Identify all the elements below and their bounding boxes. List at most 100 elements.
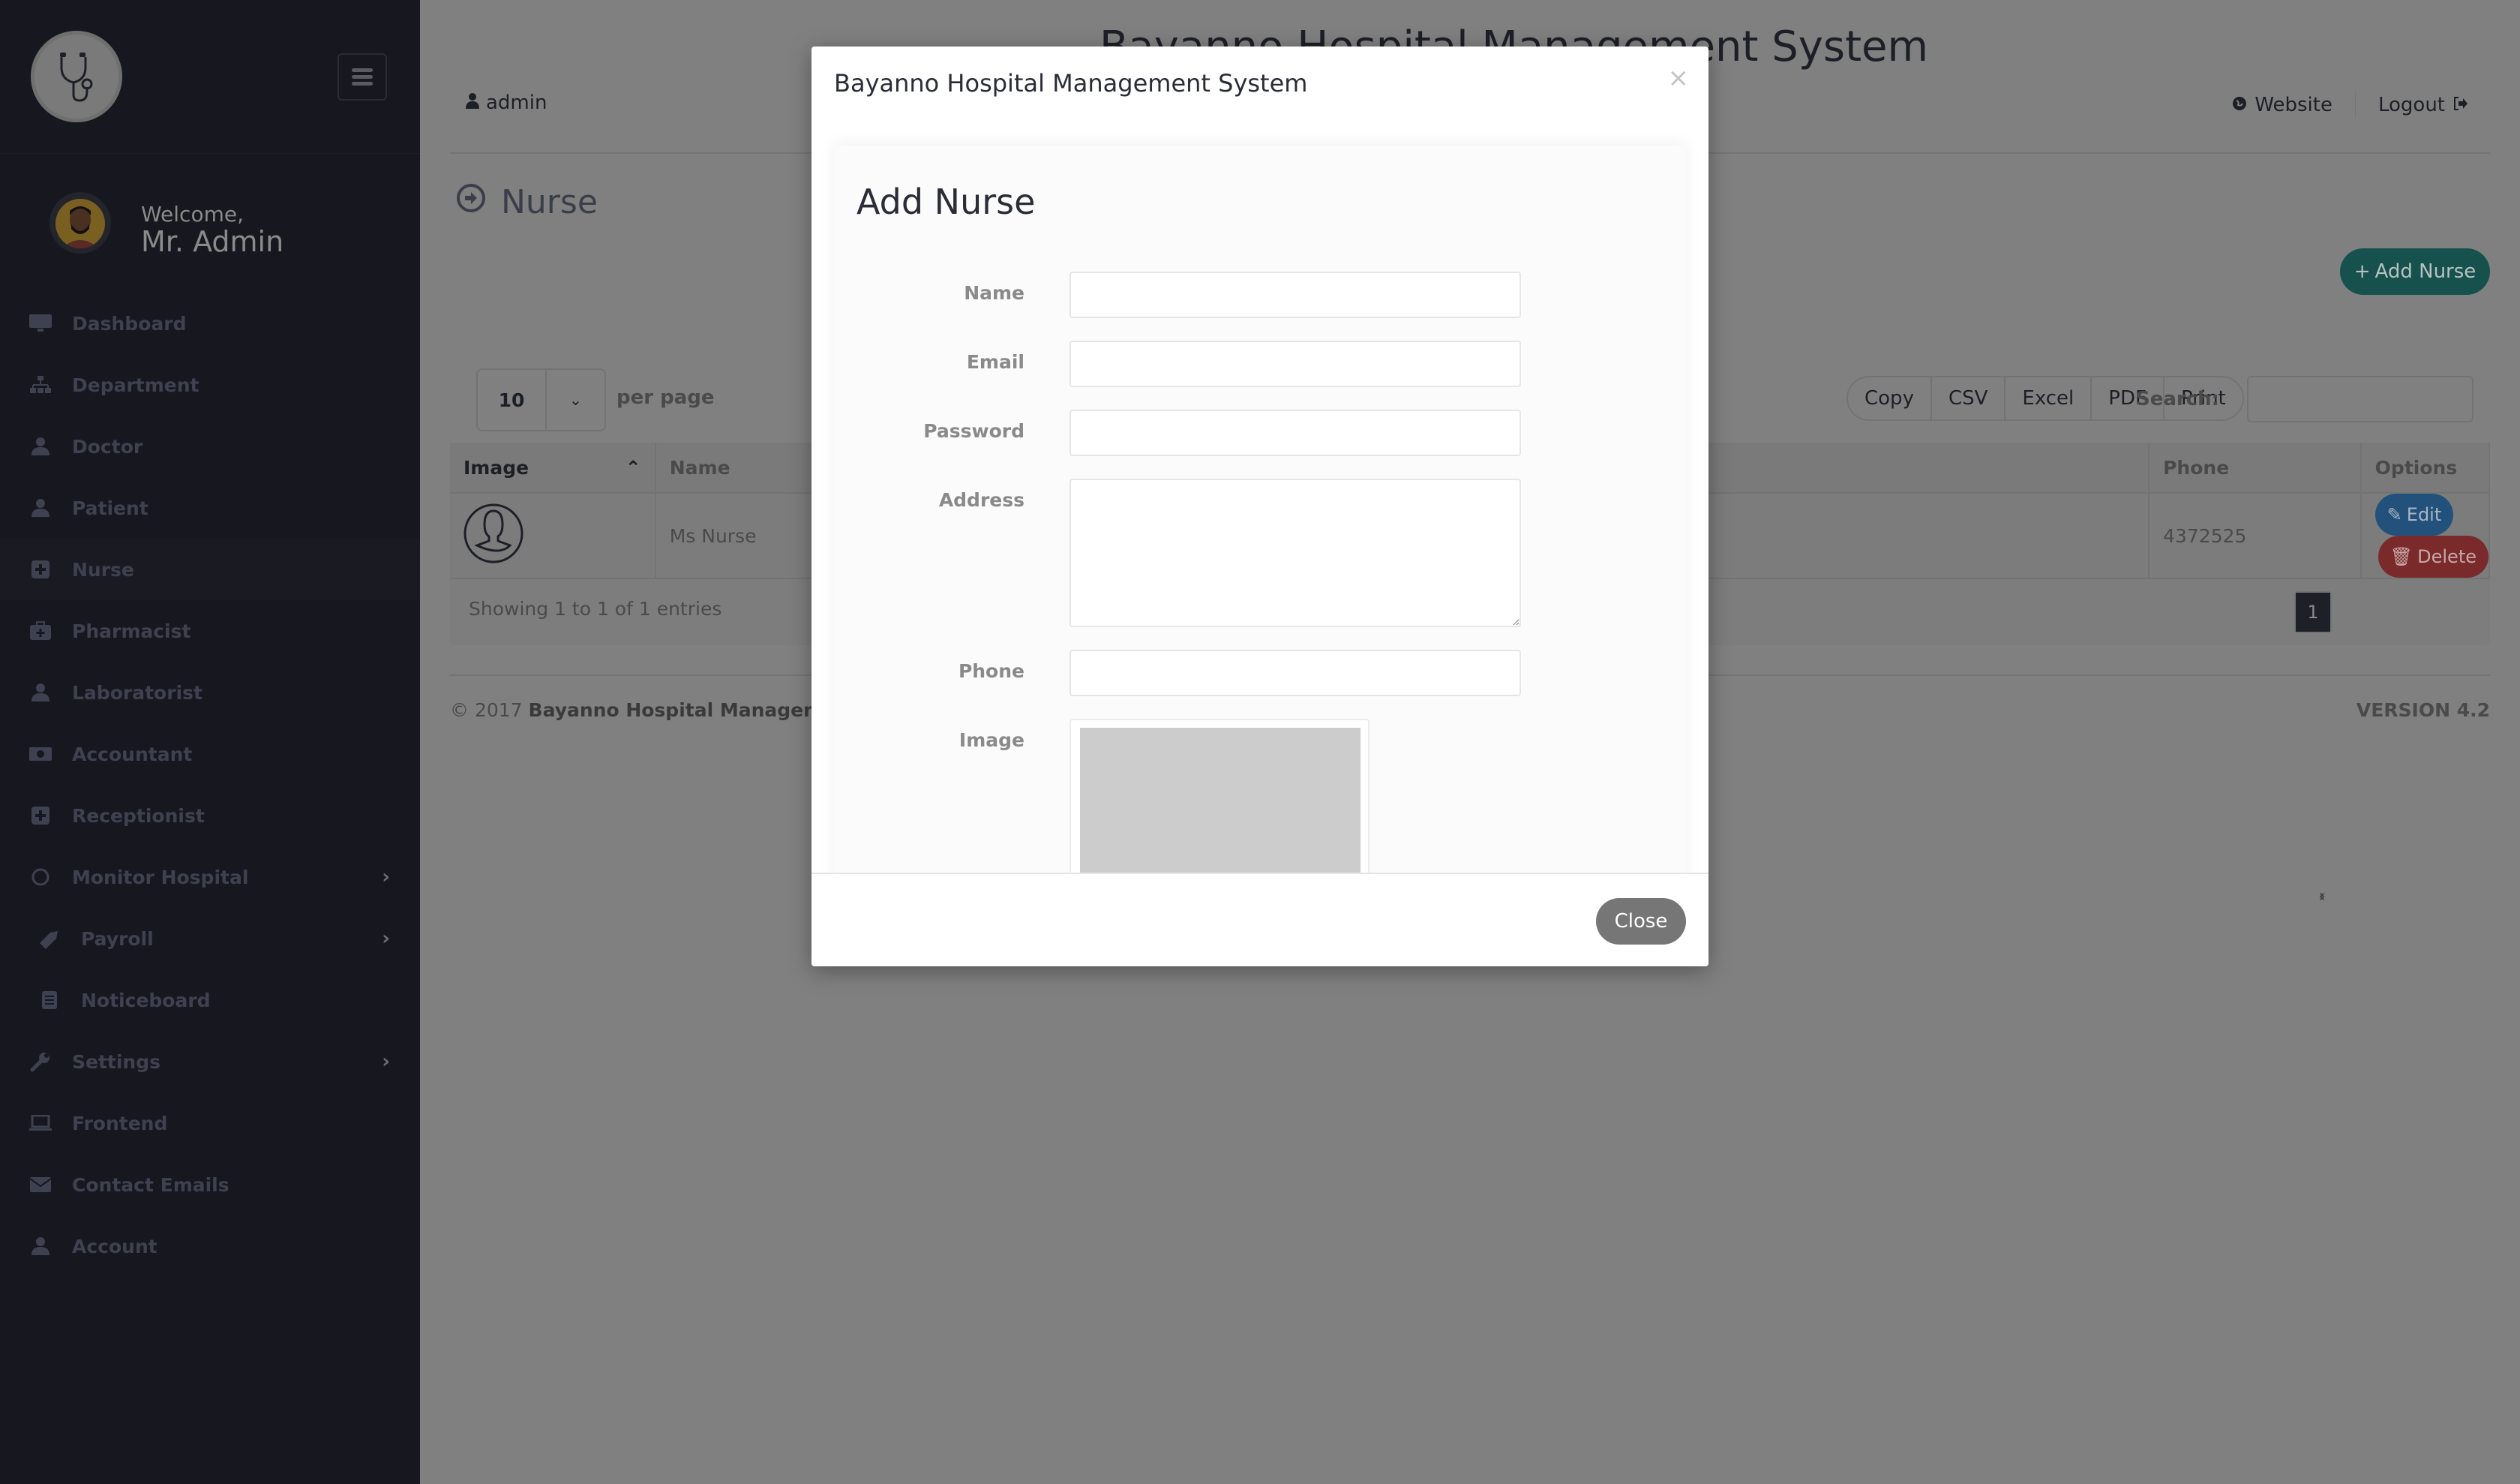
delete-button[interactable]: 🗑 Delete (2378, 536, 2488, 578)
csv-button[interactable]: CSV (1932, 377, 2006, 419)
chevron-down-icon: ⌄ (569, 391, 582, 409)
sidebar-item-label: Contact Emails (72, 1173, 230, 1196)
modal-footer: Close (812, 873, 1708, 966)
add-nurse-modal: Bayanno Hospital Management System × Add… (812, 47, 1708, 966)
password-field[interactable] (1070, 410, 1521, 456)
website-link[interactable]: Website (2210, 94, 2355, 116)
sidebar-item-account[interactable]: Account (0, 1215, 420, 1277)
showing-entries-text: Showing 1 to 1 of 1 entries (469, 598, 722, 620)
sidebar-item-pharmacist[interactable]: Pharmacist (0, 600, 420, 662)
sidebar-item-settings[interactable]: Settings › (0, 1031, 420, 1092)
sidebar-toggle-button[interactable] (338, 53, 387, 101)
sidebar-item-label: Doctor (72, 435, 143, 458)
email-field[interactable] (1070, 341, 1521, 387)
sidebar-item-doctor[interactable]: Doctor (0, 416, 420, 477)
sign-out-icon (2452, 94, 2468, 116)
per-page-select[interactable]: 10 ⌄ (476, 368, 606, 431)
sidebar-item-receptionist[interactable]: Receptionist (0, 785, 420, 846)
page-title: Nurse (456, 183, 598, 221)
sidebar-item-patient[interactable]: Patient (0, 477, 420, 539)
sitemap-icon (28, 374, 52, 395)
file-text-icon (38, 990, 62, 1011)
close-icon[interactable]: × (1668, 63, 1690, 93)
sidebar-item-label: Frontend (72, 1112, 168, 1134)
name-label: Name (964, 282, 1024, 304)
sidebar-item-label: Payroll (81, 927, 154, 950)
column-header-options[interactable]: Options (2360, 443, 2491, 494)
sidebar-item-nurse[interactable]: Nurse (0, 539, 420, 600)
sort-asc-icon: ⌃ (625, 456, 641, 479)
trash-icon: 🗑 (2390, 546, 2414, 567)
sidebar-item-label: Department (72, 374, 200, 396)
cell-phone: 4372525 (2149, 493, 2362, 579)
cell-options: ✎ Edit 🗑 Delete (2360, 493, 2491, 579)
address-field[interactable] (1070, 479, 1521, 627)
address-label: Address (938, 489, 1024, 511)
globe-icon (2232, 94, 2247, 116)
user-md-icon (28, 436, 52, 457)
add-nurse-label: Add Nurse (2374, 260, 2476, 283)
sidebar-item-label: Nurse (72, 558, 134, 581)
add-nurse-button[interactable]: + Add Nurse (2340, 248, 2490, 295)
welcome-text: Welcome, (141, 202, 244, 227)
sidebar-item-department[interactable]: Department (0, 354, 420, 416)
sidebar: Welcome, Mr. Admin Dashboard Department … (0, 0, 420, 1484)
sidebar-item-label: Accountant (72, 743, 193, 765)
page-title-text: Nurse (501, 183, 598, 221)
pagination-next[interactable]: › (2296, 885, 2348, 906)
cell-image (450, 493, 656, 579)
sidebar-item-accountant[interactable]: Accountant (0, 723, 420, 785)
sidebar-item-label: Receptionist (72, 804, 205, 827)
search-input[interactable] (2247, 376, 2474, 422)
phone-field[interactable] (1070, 650, 1521, 696)
modal-title: Bayanno Hospital Management System (834, 69, 1308, 98)
sidebar-item-frontend[interactable]: Frontend (0, 1092, 420, 1154)
plus-square-icon (28, 559, 52, 580)
user-icon (465, 92, 480, 114)
per-page-value: 10 (478, 370, 547, 430)
sidebar-item-label: Account (72, 1235, 158, 1257)
sidebar-nav: Dashboard Department Doctor Patient Nurs… (0, 293, 420, 1277)
column-header-phone[interactable]: Phone (2149, 443, 2362, 494)
sidebar-item-contact-emails[interactable]: Contact Emails (0, 1154, 420, 1215)
password-label: Password (923, 420, 1024, 442)
chevron-right-icon: › (382, 927, 390, 950)
user-icon (28, 682, 52, 703)
logout-label: Logout (2378, 94, 2445, 116)
sidebar-item-label: Pharmacist (72, 620, 191, 642)
excel-button[interactable]: Excel (2006, 377, 2092, 419)
default-avatar-icon (464, 503, 524, 568)
pencil-icon: ✎ (2386, 504, 2402, 525)
pagination-page-1[interactable]: 1 (2296, 593, 2330, 632)
modal-body: Add Nurse Name Email Password Address Ph… (834, 146, 1686, 918)
envelope-icon (28, 1174, 52, 1195)
name-field[interactable] (1070, 272, 1521, 318)
sidebar-item-laboratorist[interactable]: Laboratorist (0, 662, 420, 723)
copy-button[interactable]: Copy (1848, 377, 1932, 419)
website-label: Website (2254, 94, 2332, 116)
sidebar-item-dashboard[interactable]: Dashboard (0, 293, 420, 354)
per-page-label: per page (616, 386, 715, 409)
plus-icon: + (2354, 260, 2371, 283)
sidebar-divider (0, 153, 420, 154)
logout-link[interactable]: Logout (2356, 94, 2490, 116)
edit-button[interactable]: ✎ Edit (2374, 494, 2454, 536)
sidebar-item-payroll[interactable]: Payroll › (0, 908, 420, 969)
search-label: Search: (2136, 388, 2220, 410)
laptop-icon (28, 1113, 52, 1134)
close-button[interactable]: Close (1596, 898, 1686, 945)
user-name: Mr. Admin (141, 225, 284, 258)
image-label: Image (958, 729, 1024, 751)
sidebar-item-label: Monitor Hospital (72, 866, 249, 888)
sidebar-item-monitor-hospital[interactable]: Monitor Hospital › (0, 846, 420, 908)
avatar[interactable] (50, 192, 111, 254)
stethoscope-logo-icon[interactable] (31, 31, 122, 122)
phone-label: Phone (958, 660, 1024, 682)
sidebar-item-noticeboard[interactable]: Noticeboard (0, 969, 420, 1031)
current-user-link[interactable]: admin (465, 92, 547, 114)
sidebar-item-label: Settings (72, 1050, 161, 1073)
circle-arrow-right-icon (456, 183, 486, 221)
money-icon (28, 744, 52, 765)
column-header-image[interactable]: Image ⌃ (450, 443, 656, 494)
chevron-right-icon: › (382, 1050, 390, 1073)
